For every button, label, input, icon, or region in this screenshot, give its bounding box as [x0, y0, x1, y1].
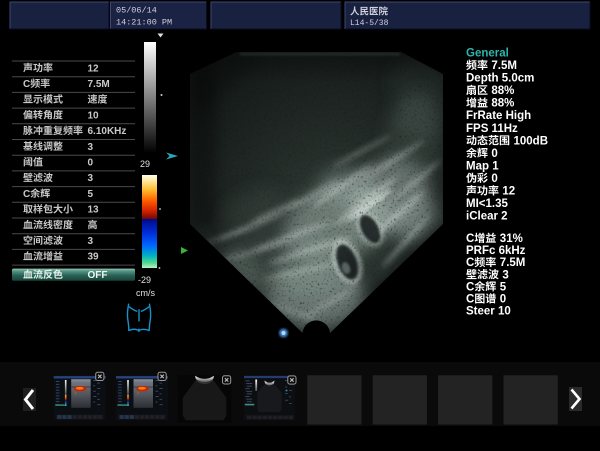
svg-text:C: C — [23, 79, 30, 90]
svg-text:88%: 88% — [491, 98, 514, 110]
svg-text:PRFc 6kHz: PRFc 6kHz — [466, 245, 526, 257]
svg-text:0: 0 — [491, 173, 497, 185]
svg-text:OFF: OFF — [88, 270, 108, 281]
svg-text:C: C — [23, 189, 30, 200]
svg-text:88%: 88% — [491, 85, 514, 97]
svg-text:100dB: 100dB — [514, 135, 549, 147]
svg-text:-29: -29 — [138, 275, 151, 285]
svg-text:0: 0 — [491, 148, 497, 160]
svg-text:FrRate High: FrRate High — [466, 110, 531, 122]
svg-text:7.5M: 7.5M — [88, 79, 110, 90]
svg-text:C: C — [466, 281, 474, 293]
svg-text:0: 0 — [88, 158, 94, 169]
svg-text:12: 12 — [502, 186, 515, 198]
svg-text:31%: 31% — [500, 233, 523, 245]
svg-text:6.10KHz: 6.10KHz — [88, 126, 127, 137]
svg-text:3: 3 — [88, 173, 94, 184]
svg-text:Steer 10: Steer 10 — [466, 306, 511, 318]
svg-text:Map 1: Map 1 — [466, 160, 499, 172]
svg-text:C: C — [466, 257, 474, 269]
svg-text:General: General — [466, 48, 509, 60]
svg-text:7.5M: 7.5M — [500, 257, 526, 269]
svg-text:iClear 2: iClear 2 — [466, 211, 508, 223]
svg-text:12: 12 — [88, 63, 100, 74]
svg-text:C: C — [466, 294, 474, 306]
svg-text:5: 5 — [500, 281, 507, 293]
svg-text:Depth 5.0cm: Depth 5.0cm — [466, 73, 534, 85]
svg-text:13: 13 — [88, 205, 100, 216]
svg-text:3: 3 — [88, 142, 94, 153]
svg-text:cm/s: cm/s — [136, 288, 155, 298]
svg-text:FPS 11Hz: FPS 11Hz — [466, 123, 518, 135]
svg-text:L14-5/38: L14-5/38 — [350, 19, 389, 28]
svg-text:39: 39 — [88, 252, 100, 263]
svg-text:5: 5 — [88, 189, 94, 200]
svg-text:14:21:00 PM: 14:21:00 PM — [116, 18, 172, 28]
svg-text:MI<1.35: MI<1.35 — [466, 198, 508, 210]
svg-text:0: 0 — [500, 294, 506, 306]
svg-text:C: C — [466, 233, 474, 245]
svg-text:7.5M: 7.5M — [491, 60, 517, 72]
svg-text:29: 29 — [140, 159, 150, 169]
svg-text:3: 3 — [88, 236, 94, 247]
svg-text:3: 3 — [502, 269, 508, 281]
svg-text:05/06/14: 05/06/14 — [116, 6, 157, 16]
svg-text:10: 10 — [88, 110, 100, 121]
